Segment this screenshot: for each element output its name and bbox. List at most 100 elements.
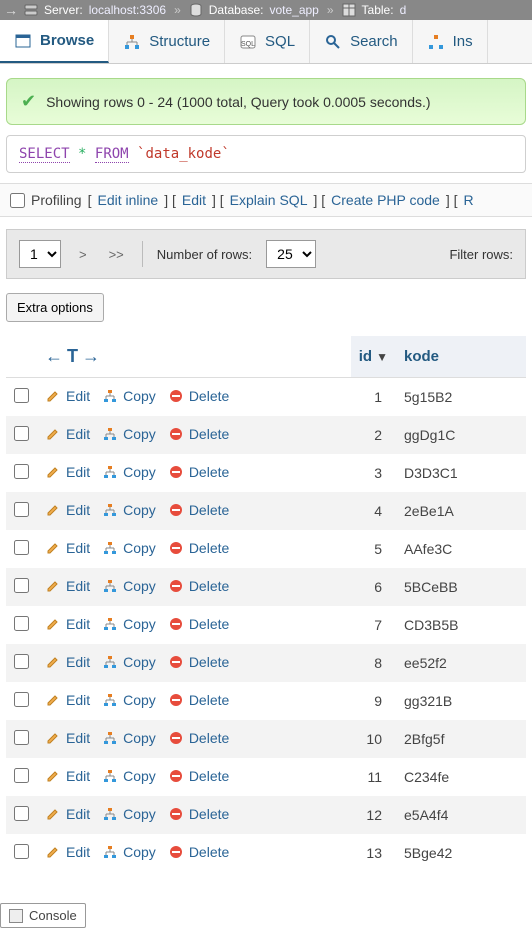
rows-per-page-select[interactable]: 25 [266,240,316,268]
edit-link[interactable]: Edit [45,844,90,860]
console-toggle[interactable]: Console [0,903,86,928]
table-value[interactable]: d [400,3,407,17]
pencil-icon [45,730,61,746]
row-checkbox[interactable] [14,654,29,669]
row-checkbox[interactable] [14,768,29,783]
rows-label: Number of rows: [157,247,252,262]
breadcrumb: → Server: localhost:3306 » Database: vot… [0,0,532,20]
row-checkbox[interactable] [14,692,29,707]
copy-link[interactable]: Copy [102,426,156,442]
row-checkbox[interactable] [14,844,29,859]
edit-link[interactable]: Edit [45,806,90,822]
copy-link[interactable]: Copy [102,464,156,480]
edit-inline-link[interactable]: Edit inline [97,192,158,208]
tab-search[interactable]: Search [310,20,413,63]
edit-link[interactable]: Edit [45,578,90,594]
success-text: Showing rows 0 - 24 (1000 total, Query t… [46,94,430,110]
edit-link[interactable]: Edit [45,654,90,670]
delete-link[interactable]: Delete [168,502,229,518]
refresh-link[interactable]: R [464,192,474,208]
edit-label: Edit [66,464,90,480]
copy-link[interactable]: Copy [102,388,156,404]
copy-label: Copy [123,844,156,860]
tab-insert[interactable]: Ins [413,20,488,63]
copy-link[interactable]: Copy [102,844,156,860]
filter-label: Filter rows: [449,247,513,262]
edit-link[interactable]: Edit [45,426,90,442]
page-select[interactable]: 1 [19,240,61,268]
tab-browse[interactable]: Browse [0,20,109,63]
cell-kode: 5g15B2 [396,378,526,417]
edit-link[interactable]: Edit [45,388,90,404]
edit-link[interactable]: Edit [45,768,90,784]
create-php-link[interactable]: Create PHP code [331,192,440,208]
delete-link[interactable]: Delete [168,654,229,670]
row-checkbox[interactable] [14,426,29,441]
extra-options-button[interactable]: Extra options [6,293,104,322]
delete-link[interactable]: Delete [168,426,229,442]
copy-link[interactable]: Copy [102,540,156,556]
cell-id: 3 [351,454,396,492]
edit-link[interactable]: Edit [45,540,90,556]
last-page-button[interactable]: >> [109,247,124,262]
row-checkbox[interactable] [14,464,29,479]
row-checkbox[interactable] [14,540,29,555]
copy-icon [102,540,118,556]
edit-link[interactable]: Edit [45,502,90,518]
delete-link[interactable]: Delete [168,806,229,822]
delete-link[interactable]: Delete [168,578,229,594]
edit-link[interactable]: Edit [45,616,90,632]
server-value[interactable]: localhost:3306 [89,3,166,17]
delete-link[interactable]: Delete [168,844,229,860]
delete-link[interactable]: Delete [168,388,229,404]
copy-link[interactable]: Copy [102,806,156,822]
table-row: EditCopyDelete3D3D3C1 [6,454,526,492]
row-checkbox[interactable] [14,502,29,517]
sql-icon: SQL [239,33,257,51]
delete-link[interactable]: Delete [168,730,229,746]
copy-label: Copy [123,806,156,822]
row-checkbox[interactable] [14,730,29,745]
copy-link[interactable]: Copy [102,616,156,632]
sql-table: `data_kode` [137,146,230,162]
profiling-checkbox[interactable] [10,193,25,208]
sort-icon: ▼ [376,350,388,364]
cell-id: 2 [351,416,396,454]
column-header-kode[interactable]: kode [396,336,526,378]
row-checkbox[interactable] [14,616,29,631]
copy-link[interactable]: Copy [102,502,156,518]
tab-sql[interactable]: SQL SQL [225,20,310,63]
edit-link[interactable]: Edit [182,192,206,208]
copy-link[interactable]: Copy [102,692,156,708]
copy-icon [102,464,118,480]
edit-link[interactable]: Edit [45,464,90,480]
delete-icon [168,768,184,784]
delete-icon [168,502,184,518]
delete-link[interactable]: Delete [168,692,229,708]
tab-label: SQL [265,33,295,50]
copy-link[interactable]: Copy [102,654,156,670]
tab-label: Browse [40,32,94,49]
delete-label: Delete [189,426,229,442]
t-arrows-icon[interactable]: ←T→ [45,346,104,366]
delete-link[interactable]: Delete [168,768,229,784]
column-header-id[interactable]: id▼ [351,336,396,378]
edit-link[interactable]: Edit [45,692,90,708]
delete-link[interactable]: Delete [168,540,229,556]
db-value[interactable]: vote_app [269,3,318,17]
edit-link[interactable]: Edit [45,730,90,746]
explain-sql-link[interactable]: Explain SQL [230,192,308,208]
delete-link[interactable]: Delete [168,464,229,480]
row-checkbox[interactable] [14,388,29,403]
tab-structure[interactable]: Structure [109,20,225,63]
next-page-button[interactable]: > [79,247,87,262]
delete-label: Delete [189,464,229,480]
breadcrumb-sep-icon: » [174,3,181,17]
row-checkbox[interactable] [14,806,29,821]
delete-link[interactable]: Delete [168,616,229,632]
checkbox-header [6,336,37,378]
copy-link[interactable]: Copy [102,730,156,746]
copy-link[interactable]: Copy [102,578,156,594]
copy-link[interactable]: Copy [102,768,156,784]
row-checkbox[interactable] [14,578,29,593]
